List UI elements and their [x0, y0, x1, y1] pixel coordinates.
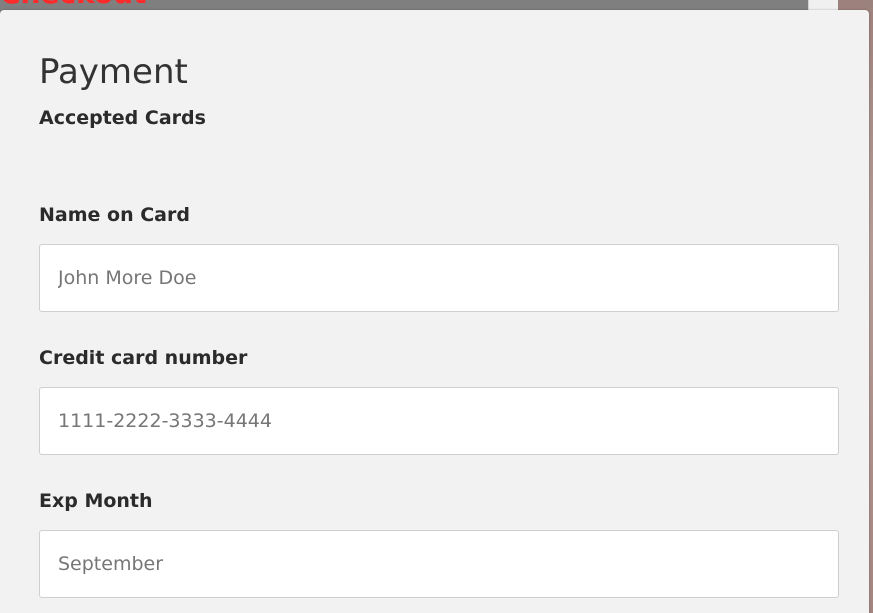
payment-title: Payment	[39, 52, 188, 92]
exp-month-input[interactable]	[39, 530, 839, 598]
name-on-card-label: Name on Card	[39, 204, 190, 226]
credit-card-number-label: Credit card number	[39, 347, 248, 369]
name-on-card-input[interactable]	[39, 244, 839, 312]
credit-card-number-input[interactable]	[39, 387, 839, 455]
accepted-cards-label: Accepted Cards	[39, 107, 206, 129]
checkout-heading: Checkout	[0, 0, 200, 8]
exp-month-label: Exp Month	[39, 490, 153, 512]
payment-panel: Payment Accepted Cards Name on Card Cred…	[0, 10, 869, 613]
top-strip: Checkout	[0, 0, 808, 10]
